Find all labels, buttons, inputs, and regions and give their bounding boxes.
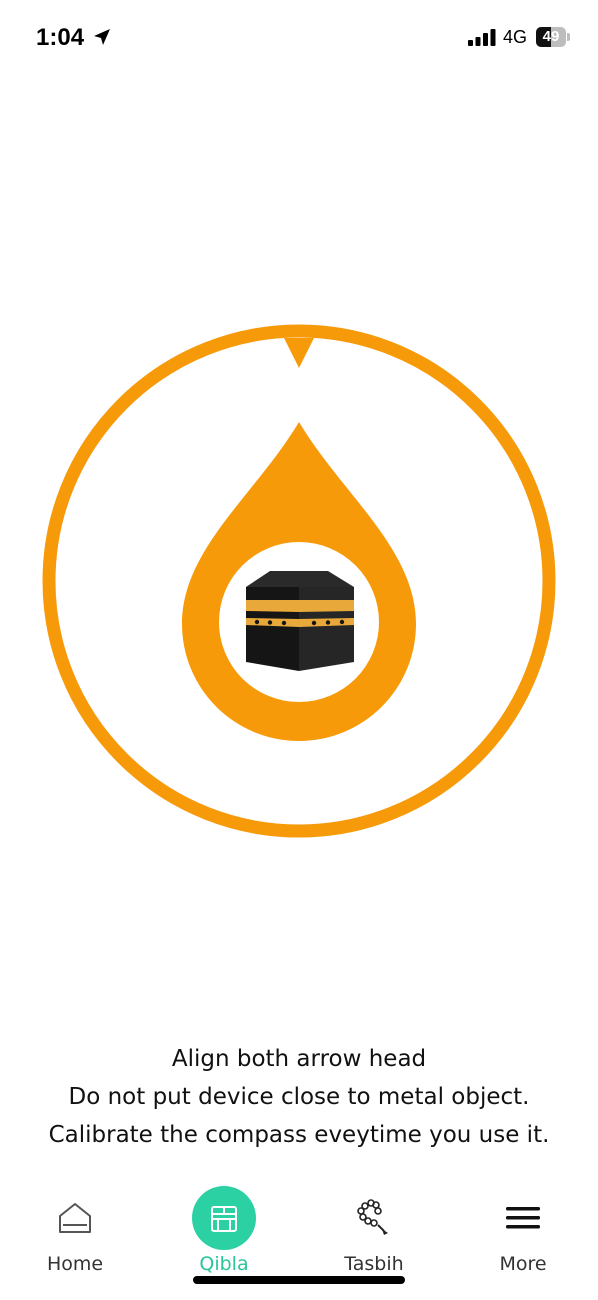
calibration-instructions: Align both arrow head Do not put device … [0,1040,598,1154]
instruction-line-1: Align both arrow head [171,1046,427,1072]
tab-tasbih-label: Tasbih [344,1253,404,1275]
home-indicator [193,1276,405,1284]
qibla-compass [42,324,556,838]
kaaba-icon [246,571,354,671]
tab-qibla-label: Qibla [199,1253,249,1275]
status-bar: 1:04 4G 49 [0,0,598,80]
tab-more[interactable]: More [463,1180,583,1280]
status-time: 1:04 [36,24,85,51]
instruction-line-3: Calibrate the compass eveytime you use i… [48,1122,550,1148]
tab-home-label: Home [46,1253,104,1275]
ring-arrow-head [284,338,314,368]
tab-home[interactable]: Home [15,1180,135,1280]
signal-bars-icon [468,29,496,46]
menu-icon [506,1207,540,1229]
tab-qibla[interactable]: Qibla [164,1180,284,1280]
battery-level: 49 [542,28,560,45]
battery-icon: 49 [536,27,572,47]
tasbih-beads-icon [357,1199,388,1235]
kaaba-tab-icon [211,1206,237,1232]
location-arrow-icon [94,29,110,45]
tab-tasbih[interactable]: Tasbih [314,1180,434,1280]
instruction-line-2: Do not put device close to metal object. [68,1084,530,1110]
tab-more-label: More [499,1253,547,1275]
network-type: 4G [503,27,528,47]
home-icon [59,1203,91,1233]
